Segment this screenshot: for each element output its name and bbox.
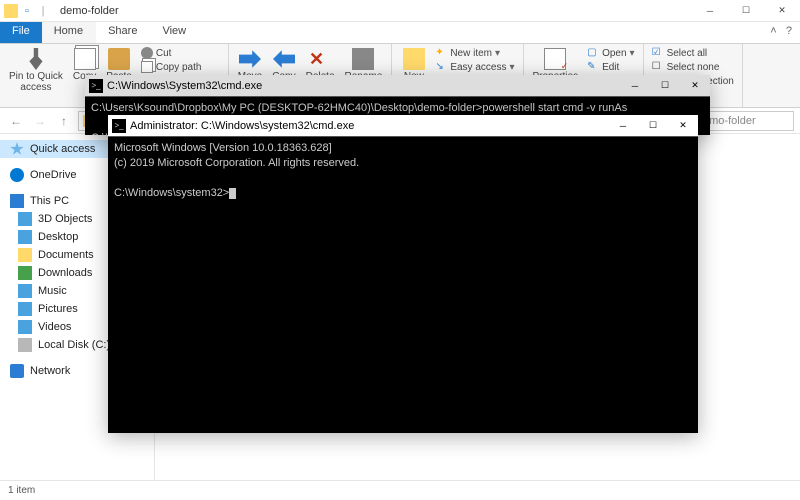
new-item-button[interactable]: ✦New item ▾: [433, 46, 516, 60]
minimize-button[interactable]: ─: [692, 0, 728, 22]
copy-path-button[interactable]: Copy path: [139, 60, 222, 74]
cmd2-terminal[interactable]: Microsoft Windows [Version 10.0.18363.62…: [108, 137, 698, 433]
tab-view[interactable]: View: [150, 22, 199, 43]
edit-button[interactable]: ✎Edit: [585, 60, 637, 74]
cmd-window-admin[interactable]: >_ Administrator: C:\Windows\system32\cm…: [108, 115, 698, 433]
status-text: 1 item: [8, 485, 35, 496]
nav-up-button[interactable]: ↑: [54, 111, 74, 131]
window-title: demo-folder: [60, 5, 119, 17]
cmd2-close[interactable]: ✕: [668, 115, 698, 137]
ribbon-collapse-icon[interactable]: ˄ ?: [762, 22, 800, 43]
pin-quick-access-button[interactable]: Pin to Quick access: [6, 46, 66, 95]
cmd1-minimize[interactable]: ─: [620, 75, 650, 97]
cmd1-title: C:\Windows\System32\cmd.exe: [107, 80, 620, 92]
ribbon-tabs: File Home Share View ˄ ?: [0, 22, 800, 44]
nav-forward-button[interactable]: →: [30, 111, 50, 131]
folder-icon: [4, 4, 18, 18]
cmd-icon: >_: [112, 119, 126, 133]
explorer-titlebar[interactable]: ▫ | demo-folder ─ ☐ ✕: [0, 0, 800, 22]
cmd2-titlebar[interactable]: >_ Administrator: C:\Windows\system32\cm…: [108, 115, 698, 137]
cmd1-maximize[interactable]: ☐: [650, 75, 680, 97]
cut-button[interactable]: Cut: [139, 46, 222, 60]
cmd-icon: >_: [89, 79, 103, 93]
cursor: [229, 188, 236, 199]
cmd2-title: Administrator: C:\Windows\system32\cmd.e…: [130, 120, 608, 132]
tab-home[interactable]: Home: [42, 22, 96, 43]
cmd2-minimize[interactable]: ─: [608, 115, 638, 137]
select-all-button[interactable]: ☑Select all: [650, 46, 736, 60]
select-none-button[interactable]: ☐Select none: [650, 60, 736, 74]
tab-share[interactable]: Share: [96, 22, 150, 43]
qa-divider: |: [36, 4, 50, 18]
cmd1-titlebar[interactable]: >_ C:\Windows\System32\cmd.exe ─ ☐ ✕: [85, 75, 710, 97]
status-bar: 1 item: [0, 480, 800, 500]
cmd1-close[interactable]: ✕: [680, 75, 710, 97]
open-button[interactable]: ▢Open ▾: [585, 46, 637, 60]
close-button[interactable]: ✕: [764, 0, 800, 22]
cmd2-maximize[interactable]: ☐: [638, 115, 668, 137]
nav-back-button[interactable]: ←: [6, 111, 26, 131]
qa-save-icon[interactable]: ▫: [20, 4, 34, 18]
easy-access-button[interactable]: ↘Easy access ▾: [433, 60, 516, 74]
tab-file[interactable]: File: [0, 22, 42, 43]
maximize-button[interactable]: ☐: [728, 0, 764, 22]
